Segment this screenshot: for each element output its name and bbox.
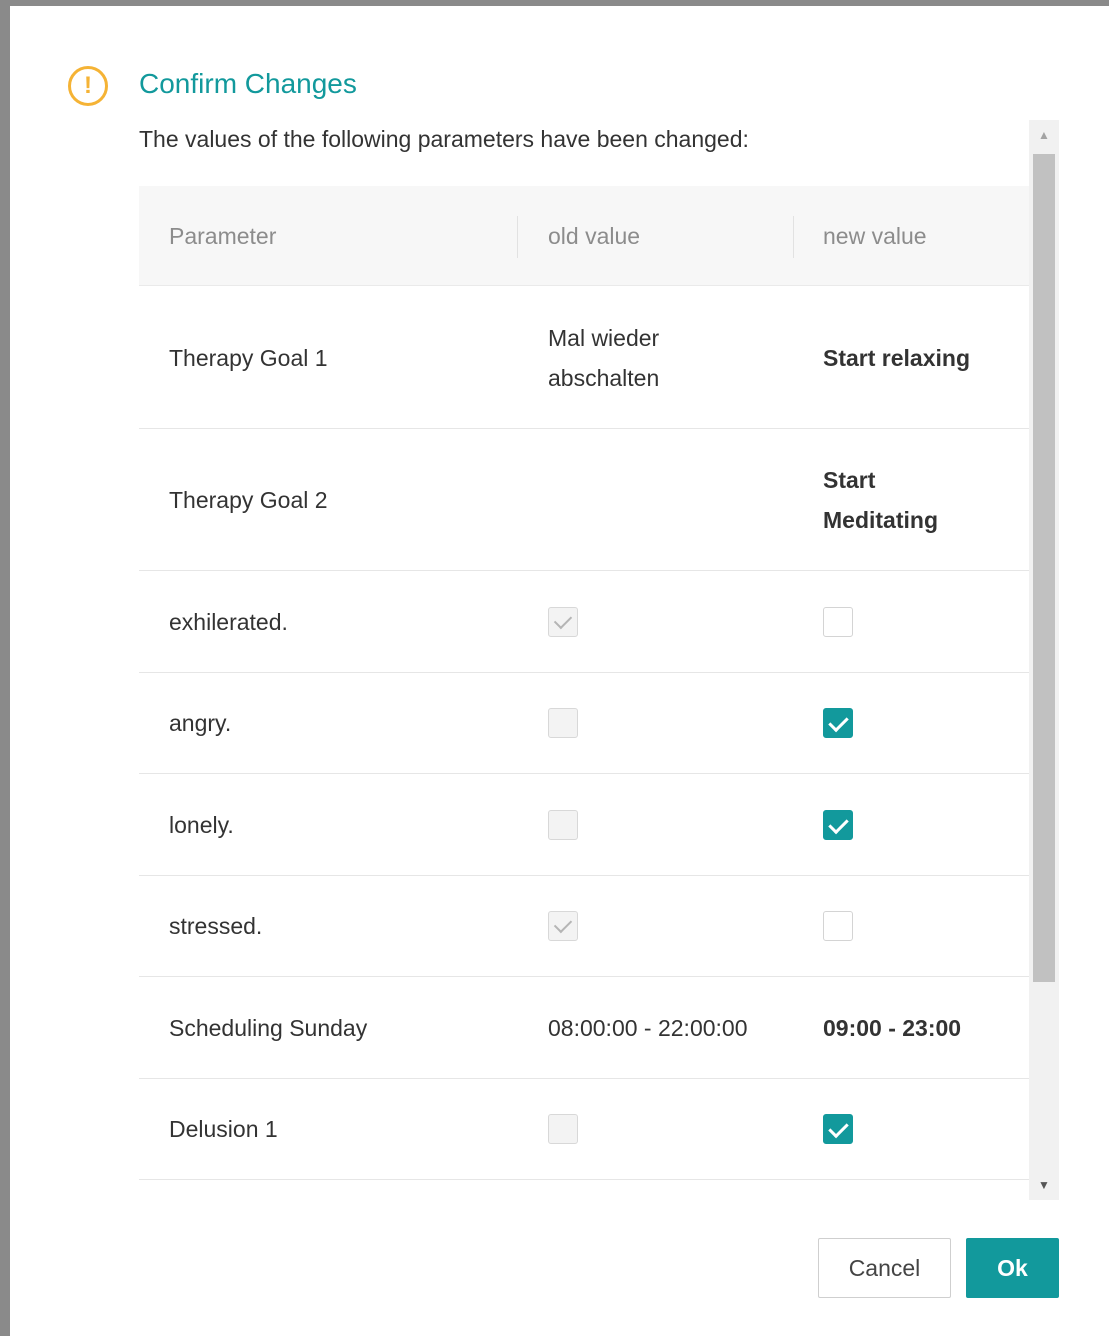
old-value-checkbox: [548, 809, 578, 840]
new-value-checkbox[interactable]: [823, 708, 853, 738]
confirm-changes-dialog: ! Confirm Changes The values of the foll…: [10, 6, 1109, 1336]
scrollbar-thumb[interactable]: [1033, 154, 1055, 982]
table-row: stressed.: [139, 876, 1029, 977]
table-row: angry.: [139, 673, 1029, 774]
header-divider: [793, 216, 794, 258]
warning-icon: !: [68, 66, 108, 106]
table-row: lonely.: [139, 774, 1029, 876]
header-parameter: Parameter: [169, 223, 277, 249]
cancel-button[interactable]: Cancel: [818, 1238, 951, 1298]
parameter-name: Delusion 1: [169, 1116, 278, 1142]
table-row: Therapy Goal 2 Start Meditating: [139, 429, 1029, 571]
dialog-subtitle: The values of the following parameters h…: [139, 126, 749, 152]
parameter-name: stressed.: [169, 913, 263, 939]
scroll-up-arrow-icon[interactable]: ▲: [1029, 120, 1059, 150]
table-header: Parameter old value new value: [139, 186, 1029, 286]
changes-table: Parameter old value new value Therapy Go…: [139, 186, 1029, 1186]
parameter-name: exhilerated.: [169, 608, 288, 635]
old-value: 08:00:00 - 22:00:00: [548, 1014, 748, 1041]
new-value-checkbox[interactable]: [823, 809, 853, 840]
old-value: Mal wieder abschalten: [548, 324, 660, 391]
ok-button[interactable]: Ok: [966, 1238, 1059, 1298]
old-value-checkbox: [548, 708, 578, 738]
new-value-checkbox[interactable]: [823, 1114, 853, 1144]
scroll-down-arrow-icon[interactable]: ▼: [1029, 1170, 1059, 1200]
new-value: Start relaxing: [823, 344, 970, 371]
parameter-name: Therapy Goal 1: [169, 344, 328, 371]
old-value-checkbox: [548, 911, 578, 941]
parameter-name: Therapy Goal 2: [169, 486, 328, 513]
parameter-name: Scheduling Sunday: [169, 1014, 368, 1041]
new-value: 09:00 - 23:00: [823, 1014, 962, 1041]
scrollbar[interactable]: ▲ ▼: [1029, 120, 1059, 1200]
header-divider: [517, 216, 518, 258]
dialog-title: Confirm Changes: [139, 68, 357, 99]
table-row: Delusion 1: [139, 1079, 1029, 1180]
new-value-checkbox[interactable]: [823, 606, 853, 637]
old-value-checkbox: [548, 606, 578, 637]
new-value-checkbox[interactable]: [823, 911, 853, 941]
old-value-checkbox: [548, 1114, 578, 1144]
header-new-value: new value: [823, 223, 927, 249]
header-old-value: old value: [548, 223, 641, 249]
table-row: exhilerated.: [139, 571, 1029, 673]
parameter-name: angry.: [169, 710, 232, 736]
parameter-name: lonely.: [169, 811, 234, 838]
table-row: Therapy Goal 1 Mal wieder abschalten Sta…: [139, 287, 1029, 429]
new-value: Start Meditating: [823, 466, 938, 533]
table-row: Scheduling Sunday 08:00:00 - 22:00:00 09…: [139, 977, 1029, 1079]
old-value: [548, 429, 798, 570]
